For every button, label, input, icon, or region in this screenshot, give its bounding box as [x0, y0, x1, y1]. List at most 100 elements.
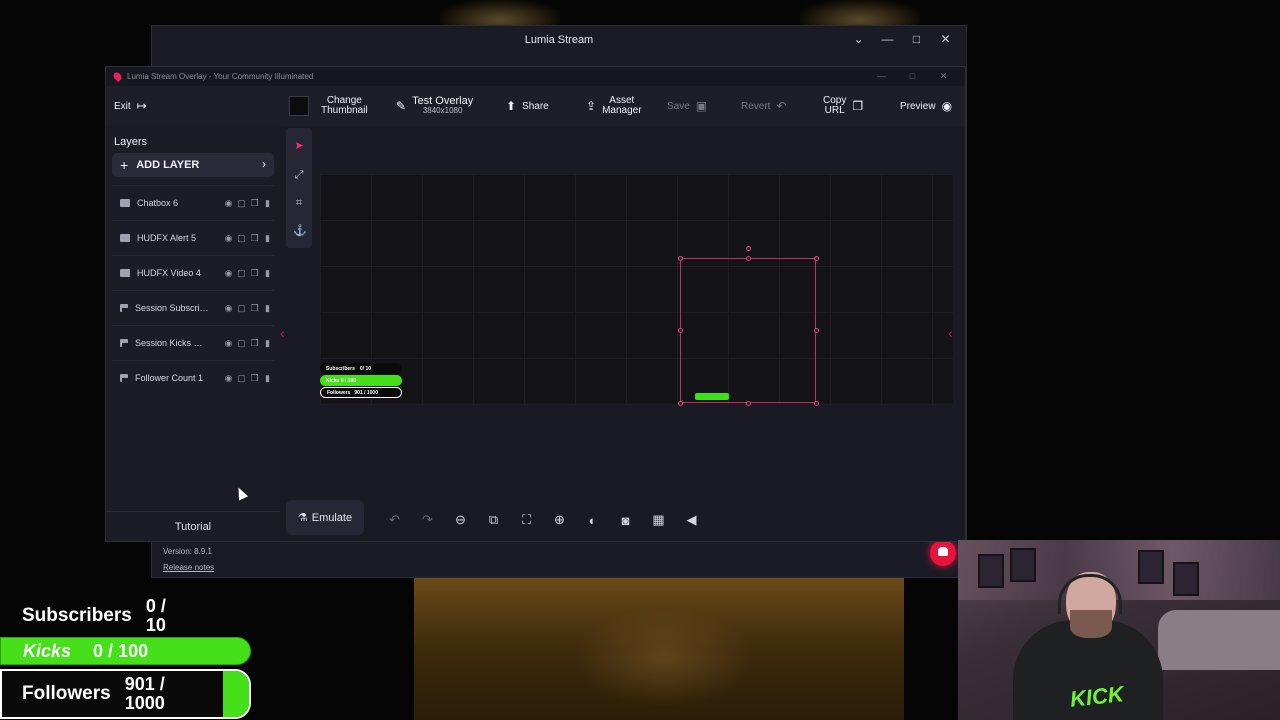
editor-minimize-button[interactable]: — [866, 67, 897, 86]
test-overlay-button[interactable]: ✎ Test Overlay 3840x1080 [396, 86, 473, 126]
fit-screen-icon[interactable]: ⧉ [477, 512, 510, 528]
delete-icon[interactable]: ▮ [263, 373, 272, 383]
resize-handle[interactable] [746, 256, 751, 261]
mini-followers-label: Followers [327, 389, 351, 396]
share-label: Share [522, 100, 549, 112]
layer-item[interactable]: HUDFX Alert 5 ◉ ▢ ❐ ▮ [112, 220, 274, 254]
copy-url-button[interactable]: Copy URL ❐ [823, 86, 863, 126]
layer-name: Chatbox 6 [137, 197, 179, 208]
lock-icon[interactable]: ▢ [237, 233, 246, 243]
resize-handle[interactable] [814, 401, 819, 406]
layer-item[interactable]: Chatbox 6 ◉ ▢ ❐ ▮ [112, 185, 274, 219]
camera-icon[interactable]: ◙ [609, 513, 642, 528]
delete-icon[interactable]: ▮ [263, 303, 272, 313]
contrast-icon[interactable]: ◐ [576, 513, 609, 528]
eye-icon: ◉ [941, 99, 953, 113]
asset-manager-button[interactable]: ⇪ Asset Manager [586, 86, 642, 126]
share-button[interactable]: ⬆ Share [506, 86, 549, 126]
chat-bubble-button[interactable] [930, 540, 956, 566]
resize-handle[interactable] [678, 401, 683, 406]
rotate-handle[interactable] [746, 246, 751, 251]
pointer-icon[interactable]: ➤ [293, 140, 305, 152]
resize-handle[interactable] [746, 401, 751, 406]
editor-title-bar: Lumia Stream Overlay - Your Community Il… [106, 67, 965, 86]
visibility-icon[interactable]: ◉ [224, 268, 233, 278]
anchor-icon[interactable]: ⚓ [293, 225, 307, 237]
editor-maximize-button[interactable]: □ [897, 67, 928, 86]
zoom-out-icon[interactable]: ⊖ [444, 512, 477, 528]
redo-icon[interactable]: ↷ [411, 512, 444, 528]
subscribers-value-line: 0 / [145, 596, 166, 616]
preview-label: Preview [900, 100, 936, 112]
resize-handle[interactable] [678, 328, 683, 333]
overlay-subscribers-row: Subscribers 0 / 10 [0, 597, 250, 635]
resize-icon[interactable]: ⤢ [293, 169, 305, 181]
duplicate-icon[interactable]: ❐ [250, 268, 259, 278]
layer-item[interactable]: Session Kicks Co... ◉ ▢ ❐ ▮ [112, 325, 274, 359]
overlay-canvas[interactable] [320, 174, 953, 405]
fullscreen-icon[interactable]: ⛶ [510, 512, 543, 528]
exit-icon: ↦ [136, 99, 147, 113]
emulate-button[interactable]: ⚗ Emulate [286, 500, 364, 535]
webcam-poster [1010, 548, 1036, 582]
overlay-kicks-row: Kicks 0 / 100 [0, 637, 251, 665]
visibility-icon[interactable]: ◉ [224, 233, 233, 243]
followers-value-line: 901 / [124, 674, 165, 694]
duplicate-icon[interactable]: ❐ [250, 198, 259, 208]
editor-close-button[interactable]: ✕ [928, 67, 959, 86]
collapse-right-icon[interactable]: ‹ [948, 325, 953, 341]
flag-icon [120, 303, 128, 312]
duplicate-icon[interactable]: ❐ [250, 233, 259, 243]
delete-icon[interactable]: ▮ [263, 198, 272, 208]
duplicate-icon[interactable]: ❐ [250, 303, 259, 313]
zoom-in-icon[interactable]: ⊕ [543, 512, 576, 528]
lock-icon[interactable]: ▢ [237, 303, 246, 313]
lock-icon[interactable]: ▢ [237, 338, 246, 348]
flask-icon: ⚗ [297, 512, 308, 524]
resize-handle[interactable] [814, 256, 819, 261]
resize-handle[interactable] [814, 328, 819, 333]
close-button[interactable]: ✕ [931, 26, 960, 53]
selected-layer-box[interactable] [680, 258, 816, 403]
duplicate-icon[interactable]: ❐ [250, 373, 259, 383]
delete-icon[interactable]: ▮ [263, 338, 272, 348]
visibility-icon[interactable]: ◉ [224, 303, 233, 313]
volume-icon[interactable]: ◀ [675, 512, 708, 528]
add-layer-button[interactable]: + ADD LAYER › [112, 153, 274, 177]
visibility-icon[interactable]: ◉ [224, 373, 233, 383]
exit-button[interactable]: Exit ↦ [114, 86, 147, 126]
revert-button[interactable]: Revert ↶ [741, 86, 787, 126]
preview-button[interactable]: Preview ◉ [900, 86, 952, 126]
webcam-couch [1158, 610, 1280, 670]
resize-handle[interactable] [678, 256, 683, 261]
layer-name: Session Subscrib... [135, 302, 209, 313]
layer-item[interactable]: HUDFX Video 4 ◉ ▢ ❐ ▮ [112, 255, 274, 289]
mini-subs-value: 0/ 10 [359, 365, 372, 372]
lock-icon[interactable]: ▢ [237, 373, 246, 383]
editor-window-controls: — □ ✕ [866, 67, 959, 86]
mini-counter-widget[interactable]: Subscribers 0/ 10 Kicks 0 / 100 Follower… [320, 361, 405, 403]
visibility-icon[interactable]: ◉ [224, 198, 233, 208]
lock-icon[interactable]: ▢ [237, 268, 246, 278]
collapse-left-icon[interactable]: ‹ [280, 325, 285, 341]
overlay-kicks-label: Kicks [23, 640, 72, 661]
grid-icon[interactable]: ▦ [642, 512, 675, 528]
delete-icon[interactable]: ▮ [263, 268, 272, 278]
layer-item[interactable]: Session Subscrib... ◉ ▢ ❐ ▮ [112, 290, 274, 324]
maximize-button[interactable]: □ [902, 26, 931, 53]
minimize-button[interactable]: — [873, 26, 902, 53]
crop-icon[interactable]: ⌗ [293, 197, 305, 209]
visibility-icon[interactable]: ◉ [224, 338, 233, 348]
collapse-icon[interactable]: ⌄ [844, 26, 873, 53]
delete-icon[interactable]: ▮ [263, 233, 272, 243]
layer-item[interactable]: Follower Count 1 ◉ ▢ ❐ ▮ [112, 360, 274, 394]
release-notes-link[interactable]: Release notes [163, 563, 214, 572]
layer-name: Session Kicks Co... [135, 337, 209, 348]
save-button[interactable]: Save ▣ [667, 86, 707, 126]
change-thumbnail-button[interactable]: Change Thumbnail [289, 86, 368, 126]
tutorial-button[interactable]: Tutorial [106, 511, 280, 541]
chevron-right-icon: › [262, 157, 266, 171]
lock-icon[interactable]: ▢ [237, 198, 246, 208]
undo-icon[interactable]: ↶ [378, 512, 411, 528]
duplicate-icon[interactable]: ❐ [250, 338, 259, 348]
